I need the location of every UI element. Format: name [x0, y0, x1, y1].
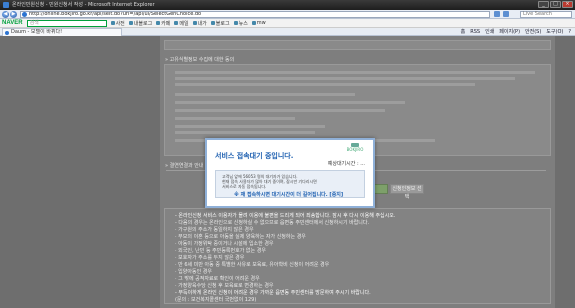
estimated-wait-time: 예상대기시간 : ...: [328, 160, 365, 167]
notice-line: · 만 6세 미만 아동 중 특별한 사유로 보육료, 유아학비 신청이 어려운…: [175, 262, 330, 268]
back-arrow-icon[interactable]: ◀: [2, 11, 9, 18]
text-line: [175, 71, 535, 74]
wait-time-label: 예상대기시간 :: [327, 161, 359, 167]
rss-button[interactable]: RSS: [470, 28, 480, 36]
naver-toolbar: NAVER 검색 사전 내블로그 카페 메일 내가 블로그 뉴스 mw: [0, 19, 575, 28]
page-menu[interactable]: 페이지(P): [499, 28, 520, 36]
toolbar-item-dictionary[interactable]: 사전: [110, 20, 125, 27]
url-actions: [494, 11, 509, 17]
toolbar-item-myblog[interactable]: 내블로그: [128, 20, 152, 27]
text-line: [175, 117, 295, 120]
text-line: [175, 77, 515, 80]
notice-line: · 아동이 가정위탁 중이거나 시설에 입소한 경우: [175, 241, 274, 247]
forward-arrow-icon[interactable]: ▶: [10, 11, 17, 18]
news-icon: [233, 21, 238, 25]
queue-message-box: 고객님 앞에 56053 명의 대기자가 있습니다. 현재 접속 사용자가 많아…: [215, 170, 365, 198]
text-line: [175, 131, 315, 134]
notice-line: · 입양아동인 경우: [175, 269, 212, 275]
toolbar-item-mw[interactable]: mw: [251, 20, 266, 26]
url-input[interactable]: http://online.bokjiro.go.kr/apl/selt.do?…: [20, 11, 490, 18]
tab-label: Daum - 모델이 바뀌다!: [11, 29, 63, 35]
consent-section-title: » 고유식별정보 수집에 대한 동의: [165, 57, 235, 63]
text-line: [175, 93, 355, 96]
toolbar-item-mine[interactable]: 내가: [192, 20, 207, 27]
notice-line: - 부득이하게 온라인 신청이 어려운 경우 가까운 읍면동 주민센터를 방문하…: [175, 290, 371, 296]
tools-menu[interactable]: 도구(O): [546, 28, 563, 36]
maximize-button[interactable]: □: [550, 1, 561, 8]
naver-search-input[interactable]: 검색: [26, 19, 107, 27]
toolbar-item-cafe[interactable]: 카페: [156, 20, 170, 27]
reconnect-warning-stop-link[interactable]: ※ 재 접속하시면 대기시간이 더 길어집니다. [중지]: [234, 191, 343, 198]
notice-line: · 그 밖에 공적자료로 확인이 어려운 경우: [175, 276, 260, 282]
dictionary-icon: [110, 21, 115, 25]
command-bar: 홈 RSS 인쇄 페이지(P) 안전(S) 도구(O) ?: [461, 28, 571, 36]
notice-line: · 보호자가 주소를 두지 않은 경우: [175, 255, 245, 261]
home-button[interactable]: 홈: [461, 28, 466, 36]
window-title: 온라인민원신청 - 민원신청서 작성 - Microsoft Internet …: [12, 2, 155, 8]
toolbar-item-news[interactable]: 뉴스: [233, 20, 248, 27]
notice-line: - 다음의 경우는 온라인으로 신청하실 수 없으므로 읍면동 주민센터에서 신…: [175, 220, 370, 226]
tab-favicon-icon: [5, 31, 9, 35]
refresh-icon[interactable]: [494, 11, 500, 17]
notice-line: · 외국인, 난민 등 주민등록번호가 없는 경우: [175, 248, 266, 254]
notice-line: · 가정양육수당 신청 후 보육료로 변경하는 경우: [175, 283, 274, 289]
live-search-input[interactable]: Live Search: [520, 11, 572, 18]
notice-section: - 온라인신청 서비스 이용자가 몰려 이용에 불편을 드리게 되어 죄송합니다…: [164, 208, 551, 304]
close-button[interactable]: ×: [562, 1, 573, 8]
url-text: http://online.bokjiro.go.kr/apl/selt.do?…: [29, 11, 202, 17]
tab-bar: Daum - 모델이 바뀌다! 홈 RSS 인쇄 페이지(P) 안전(S) 도구…: [0, 28, 575, 36]
select-applicant-button[interactable]: 신청인정보 선택: [390, 184, 424, 200]
toolbar-item-mail[interactable]: 메일: [174, 20, 189, 27]
safety-menu[interactable]: 안전(S): [525, 28, 541, 36]
naver-logo: NAVER: [2, 20, 23, 26]
notice-line: (문의 : 보건복지콜센터 국번없이 129): [175, 297, 257, 303]
cafe-icon: [156, 21, 161, 25]
bokjiro-logo: BOKJIRO: [342, 143, 368, 155]
notice-line: · 가구원의 주소가 동일하지 않은 경우: [175, 227, 254, 233]
queue-message: 서비스로 자동 접속됩니다.: [222, 184, 267, 189]
ie-app-icon: [3, 2, 9, 8]
mail-icon: [174, 21, 179, 25]
dialog-title: 서비스 접속대기 중입니다.: [215, 152, 294, 160]
blog-icon: [128, 21, 133, 25]
window-controls: _ □ ×: [538, 1, 573, 8]
text-line: [175, 125, 325, 128]
help-menu[interactable]: ?: [568, 28, 571, 36]
text-line: [175, 83, 475, 86]
address-bar: ◀ ▶ http://online.bokjiro.go.kr/apl/selt…: [0, 10, 575, 19]
person-icon: [192, 21, 197, 25]
page-favicon-icon: [22, 12, 27, 17]
result-section-title: » 결연연결과 안내: [165, 163, 204, 169]
toolbar-item-blog[interactable]: 블로그: [210, 20, 230, 27]
waiting-queue-dialog: BOKJIRO 서비스 접속대기 중입니다. 예상대기시간 : ... 고객님 …: [205, 138, 375, 208]
text-line: [175, 101, 405, 104]
text-line: [175, 109, 385, 112]
browser-tab[interactable]: Daum - 모델이 바뀌다!: [2, 28, 122, 36]
stop-icon[interactable]: [503, 11, 509, 17]
window-titlebar: 온라인민원신청 - 민원신청서 작성 - Microsoft Internet …: [0, 0, 575, 10]
notice-line: - 온라인신청 서비스 이용자가 몰려 이용에 불편을 드리게 되어 죄송합니다…: [175, 213, 396, 219]
minimize-button[interactable]: _: [538, 1, 549, 8]
top-form-section: [164, 40, 551, 50]
wait-time-value: ...: [360, 161, 365, 167]
weather-icon: [251, 21, 256, 25]
print-button[interactable]: 인쇄: [485, 28, 494, 36]
blog-icon: [210, 21, 215, 25]
notice-line: · 부모의 이혼 등으로 아동을 실제 양육하는 자가 신청하는 경우: [175, 234, 306, 240]
